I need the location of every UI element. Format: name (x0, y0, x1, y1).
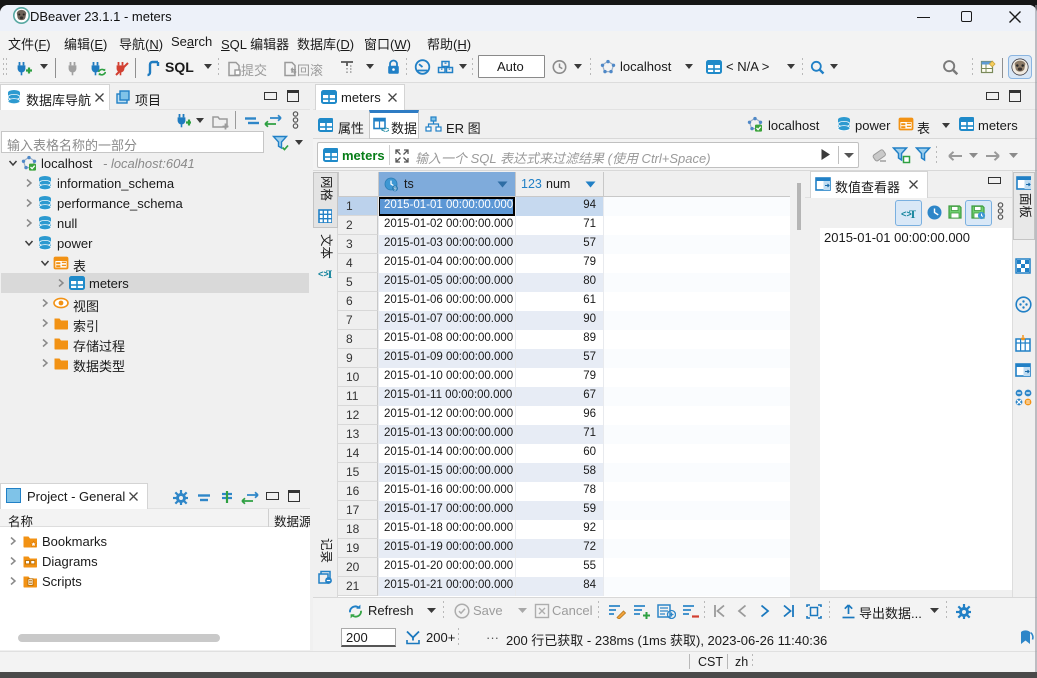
svg-text:T: T (909, 207, 916, 221)
svg-text:<>: <> (381, 127, 389, 134)
svg-text:T: T (326, 267, 332, 280)
svg-text:9: 9 (393, 186, 396, 192)
